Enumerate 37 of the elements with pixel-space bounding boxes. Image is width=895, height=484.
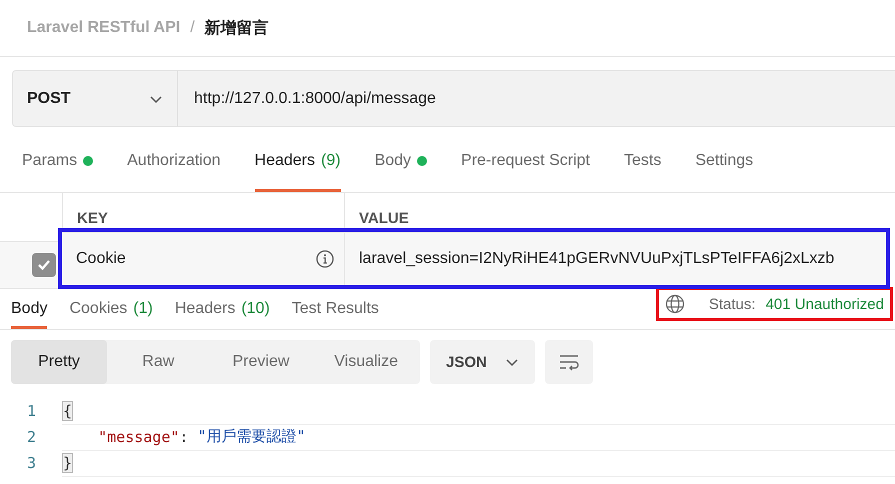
format-tab[interactable]: Visualize (312, 340, 420, 384)
language-dropdown[interactable]: JSON (430, 340, 535, 384)
wrap-lines-icon (558, 353, 580, 371)
format-tab[interactable]: Preview (210, 340, 312, 384)
request-name: 新增留言 (204, 18, 269, 38)
breadcrumb-separator: / (190, 19, 195, 37)
globe-icon (664, 294, 685, 314)
code-token: { (62, 400, 74, 420)
request-tab[interactable]: Headers (9) (254, 127, 341, 192)
response-tab[interactable]: Headers (10) (174, 289, 270, 329)
response-tab[interactable]: Cookies (1) (69, 289, 153, 329)
status-value: 401 Unauthorized (766, 296, 884, 312)
request-tab[interactable]: Authorization (127, 127, 221, 192)
wrap-button[interactable] (545, 340, 593, 384)
code-token: } (62, 452, 74, 472)
line-number: 1 (26, 402, 37, 420)
response-tab[interactable]: Body (11, 289, 48, 329)
status-label: Status: (708, 296, 756, 312)
line-number: 2 (26, 428, 37, 446)
code-token: : (179, 428, 190, 446)
code-token: "message" (97, 428, 180, 446)
checkbox[interactable] (32, 253, 56, 277)
header-value[interactable]: laravel_session=I2NyRiHE41pGERvNVUuPxjTLsPTeIFFA6j2xLxzb (359, 250, 834, 268)
request-tab[interactable]: Tests (624, 127, 662, 192)
request-tab[interactable]: Settings (695, 127, 754, 192)
line-number: 3 (26, 454, 37, 472)
method-dropdown[interactable]: POST (12, 70, 177, 127)
info-icon (316, 250, 334, 268)
format-tab[interactable]: Pretty (11, 340, 107, 384)
header-key[interactable]: Cookie (76, 250, 126, 268)
request-tab[interactable]: Body (374, 127, 428, 192)
code-token: "用戶需要認證" (197, 427, 306, 446)
request-tab[interactable]: Pre-request Script (461, 127, 590, 192)
url-input[interactable]: http://127.0.0.1:8000/api/message (178, 71, 895, 126)
response-tab[interactable]: Test Results (292, 289, 379, 329)
request-tab[interactable]: Params (22, 127, 94, 192)
format-tab[interactable]: Raw (107, 340, 210, 384)
